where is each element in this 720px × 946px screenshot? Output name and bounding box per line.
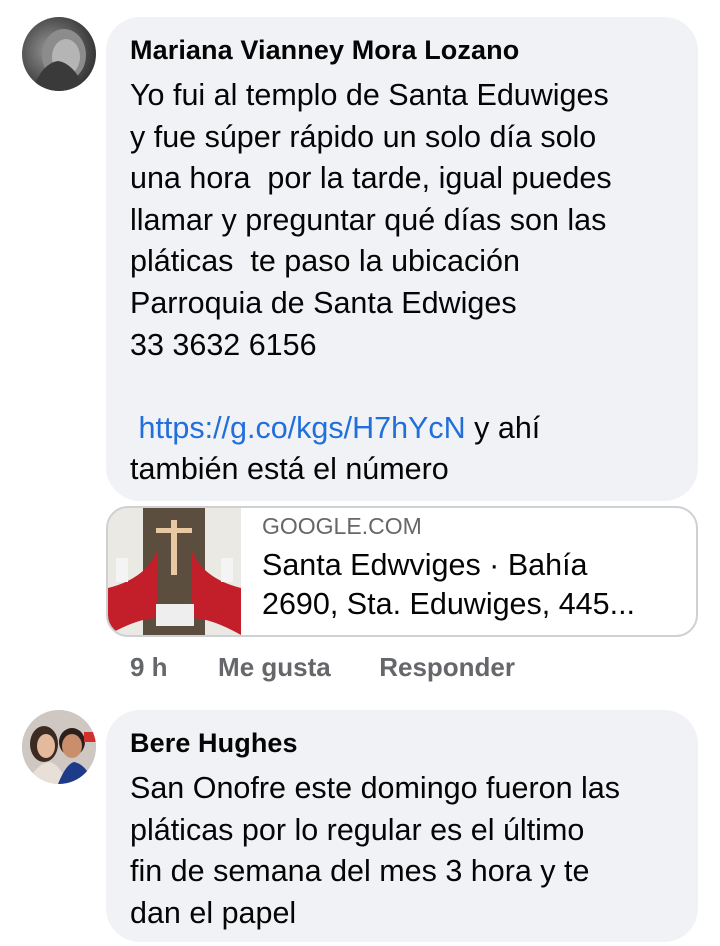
commenter-avatar[interactable] (22, 710, 96, 784)
comment-author[interactable]: Bere Hughes (130, 728, 298, 759)
link-preview-domain: GOOGLE.COM (262, 513, 422, 539)
link-preview-thumbnail (108, 508, 241, 635)
comment-actions: 9 h Me gusta Responder (130, 652, 515, 683)
link-preview-title: Santa Edwviges · Bahía 2690, Sta. Eduwige… (262, 548, 636, 621)
like-button[interactable]: Me gusta (218, 652, 331, 683)
commenter-avatar[interactable] (22, 17, 96, 91)
comment-text: San Onofre este domingo fueron las pláti… (130, 771, 620, 930)
comment-bubble: Bere Hughes San Onofre este domingo fuer… (106, 710, 698, 942)
comment-text: Yo fui al templo de Santa Eduwiges y fue… (130, 78, 612, 487)
link-preview-card[interactable]: GOOGLE.COM Santa Edwviges · Bahía 2690, S… (106, 506, 698, 637)
comment-author[interactable]: Mariana Vianney Mora Lozano (130, 35, 519, 66)
comment-bubble: Mariana Vianney Mora Lozano Yo fui al te… (106, 17, 698, 501)
avatar-photo (32, 29, 86, 91)
comment-link[interactable]: https://g.co/kgs/H7hYcN (138, 411, 465, 445)
reply-button[interactable]: Responder (379, 652, 515, 683)
comment-timestamp[interactable]: 9 h (130, 652, 168, 683)
avatar-photo (22, 710, 96, 784)
